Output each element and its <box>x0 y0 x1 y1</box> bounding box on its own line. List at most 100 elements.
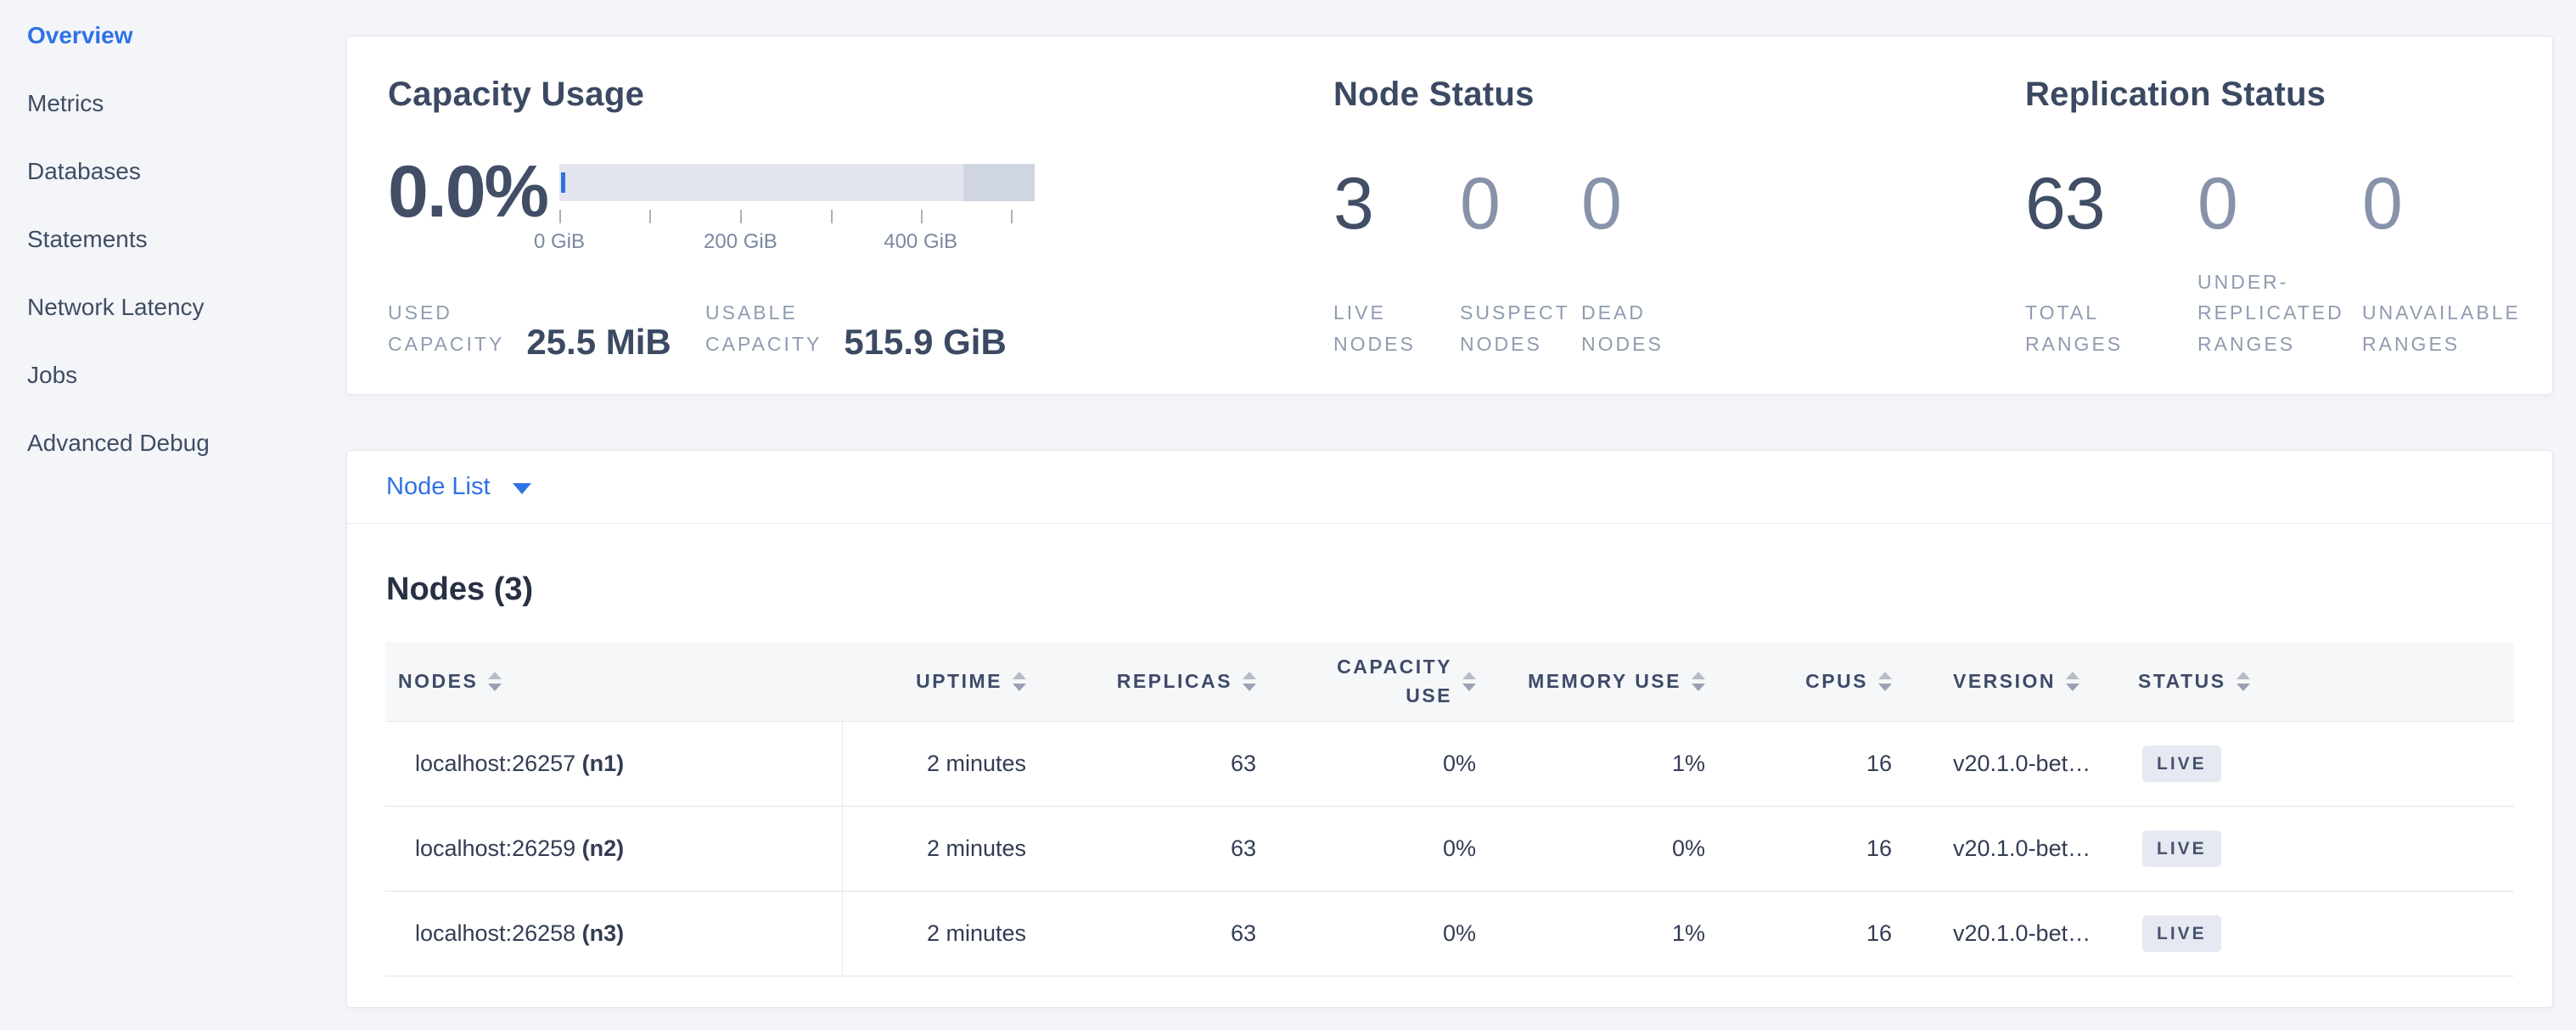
under-replicated-ranges-label: UNDER- REPLICATED RANGES <box>2197 267 2362 360</box>
column-header-capacity-use[interactable]: CAPACITY USE <box>1256 642 1476 721</box>
node-list-dropdown[interactable]: Node List <box>386 473 531 501</box>
capacity-bar-reserved-segment <box>963 164 1035 201</box>
node-id: (n3) <box>582 920 625 946</box>
sidebar-item-metrics[interactable]: Metrics <box>0 70 346 138</box>
sort-icon <box>2066 672 2079 691</box>
node-list-card: Node List Nodes (3) NODES UPTIME <box>346 450 2553 1008</box>
capacity-use-cell: 0% <box>1256 806 1476 891</box>
column-label: VERSION <box>1953 670 2056 693</box>
column-label: UPTIME <box>916 670 1002 693</box>
column-label: MEMORY USE <box>1528 670 1681 693</box>
axis-tick <box>559 210 561 223</box>
column-header-replicas[interactable]: REPLICAS <box>1026 642 1256 721</box>
table-row: localhost:26257 (n1) 2 minutes 63 0% 1% … <box>385 721 2514 806</box>
sort-icon <box>1462 672 1476 691</box>
capacity-bar-used-segment <box>561 172 565 193</box>
used-capacity-stat: USED CAPACITY 25.5 MiB <box>388 297 705 360</box>
total-ranges-label: TOTAL RANGES <box>2025 297 2197 360</box>
chevron-down-icon <box>513 483 531 494</box>
axis-tick <box>831 210 833 223</box>
nodes-count-heading: Nodes (3) <box>386 571 2552 608</box>
replicas-cell: 63 <box>1026 891 1256 976</box>
node-address: localhost:26258 <box>415 920 575 946</box>
axis-tick <box>921 210 923 223</box>
axis-tick <box>740 210 742 223</box>
table-header-row: NODES UPTIME REPLICAS CAPACITY USE <box>385 642 2514 721</box>
status-badge: LIVE <box>2142 915 2221 952</box>
capacity-usage-title: Capacity Usage <box>388 76 644 114</box>
capacity-use-cell: 0% <box>1256 721 1476 806</box>
replicas-cell: 63 <box>1026 721 1256 806</box>
suspect-nodes-label: SUSPECT NODES <box>1460 297 1581 360</box>
column-label: CPUS <box>1805 670 1868 693</box>
status-badge: LIVE <box>2142 830 2221 867</box>
version-cell: v20.1.0-bet… <box>1892 721 2121 806</box>
sidebar-item-jobs[interactable]: Jobs <box>0 341 346 409</box>
usable-capacity-label: USABLE CAPACITY <box>705 297 822 360</box>
nodes-table: NODES UPTIME REPLICAS CAPACITY USE <box>385 642 2514 977</box>
capacity-usage-section: Capacity Usage 0.0% 0 GiB 200 GiB 400 Gi… <box>388 37 1330 394</box>
uptime-cell: 2 minutes <box>842 891 1026 976</box>
axis-label: 400 GiB <box>884 230 957 254</box>
node-address: localhost:26259 <box>415 836 575 861</box>
replication-status-title: Replication Status <box>2025 76 2326 114</box>
sort-icon <box>1878 672 1892 691</box>
column-header-uptime[interactable]: UPTIME <box>842 642 1026 721</box>
cpus-cell: 16 <box>1705 721 1892 806</box>
sidebar-item-statements[interactable]: Statements <box>0 205 346 273</box>
uptime-cell: 2 minutes <box>842 806 1026 891</box>
sidebar-item-network-latency[interactable]: Network Latency <box>0 273 346 341</box>
live-nodes-stat: 3 LIVE NODES <box>1333 162 1460 360</box>
cpus-cell: 16 <box>1705 891 1892 976</box>
sidebar-item-overview[interactable]: Overview <box>0 2 346 70</box>
column-header-status[interactable]: STATUS <box>2121 642 2514 721</box>
table-row: localhost:26258 (n3) 2 minutes 63 0% 1% … <box>385 891 2514 976</box>
node-address-link[interactable]: localhost:26258 (n3) <box>415 920 624 946</box>
suspect-nodes-value: 0 <box>1460 162 1581 246</box>
unavailable-ranges-value: 0 <box>2362 162 2521 246</box>
axis-label: 200 GiB <box>704 230 777 254</box>
axis-tick <box>649 210 651 223</box>
used-capacity-value: 25.5 MiB <box>526 322 671 363</box>
node-status-title: Node Status <box>1333 76 1535 114</box>
capacity-bar-chart: 0 GiB 200 GiB 400 GiB <box>559 164 1035 266</box>
total-ranges-value: 63 <box>2025 162 2197 246</box>
under-replicated-ranges-stat: 0 UNDER- REPLICATED RANGES <box>2197 162 2362 360</box>
node-address-link[interactable]: localhost:26259 (n2) <box>415 836 624 861</box>
sort-icon <box>1692 672 1705 691</box>
sort-icon <box>488 672 502 691</box>
column-header-memory-use[interactable]: MEMORY USE <box>1476 642 1705 721</box>
sidebar-item-databases[interactable]: Databases <box>0 138 346 205</box>
uptime-cell: 2 minutes <box>842 721 1026 806</box>
sort-icon <box>2236 672 2250 691</box>
sidebar: Overview Metrics Databases Statements Ne… <box>0 0 346 477</box>
node-status-section: Node Status 3 LIVE NODES 0 SUSPECT NODES… <box>1333 37 2004 394</box>
sidebar-item-advanced-debug[interactable]: Advanced Debug <box>0 409 346 477</box>
node-id: (n2) <box>582 836 625 861</box>
column-header-nodes[interactable]: NODES <box>385 642 842 721</box>
column-header-version[interactable]: VERSION <box>1892 642 2121 721</box>
table-row: localhost:26259 (n2) 2 minutes 63 0% 0% … <box>385 806 2514 891</box>
unavailable-ranges-stat: 0 UNAVAILABLE RANGES <box>2362 162 2521 360</box>
node-address: localhost:26257 <box>415 751 575 776</box>
capacity-use-cell: 0% <box>1256 891 1476 976</box>
cpus-cell: 16 <box>1705 806 1892 891</box>
total-ranges-stat: 63 TOTAL RANGES <box>2025 162 2197 360</box>
live-nodes-value: 3 <box>1333 162 1460 246</box>
node-list-header: Node List <box>347 451 2552 524</box>
version-cell: v20.1.0-bet… <box>1892 891 2121 976</box>
dead-nodes-value: 0 <box>1581 162 1664 246</box>
column-label: NODES <box>398 670 478 693</box>
node-list-dropdown-label: Node List <box>386 473 491 501</box>
capacity-bar <box>559 164 1035 201</box>
suspect-nodes-stat: 0 SUSPECT NODES <box>1460 162 1581 360</box>
axis-tick <box>1011 210 1013 223</box>
node-address-link[interactable]: localhost:26257 (n1) <box>415 751 624 776</box>
usable-capacity-value: 515.9 GiB <box>844 322 1006 363</box>
memory-use-cell: 1% <box>1476 721 1705 806</box>
column-label: STATUS <box>2138 670 2226 693</box>
column-header-cpus[interactable]: CPUS <box>1705 642 1892 721</box>
column-label: REPLICAS <box>1117 670 1232 693</box>
under-replicated-ranges-value: 0 <box>2197 162 2362 246</box>
column-label: CAPACITY USE <box>1325 652 1452 711</box>
